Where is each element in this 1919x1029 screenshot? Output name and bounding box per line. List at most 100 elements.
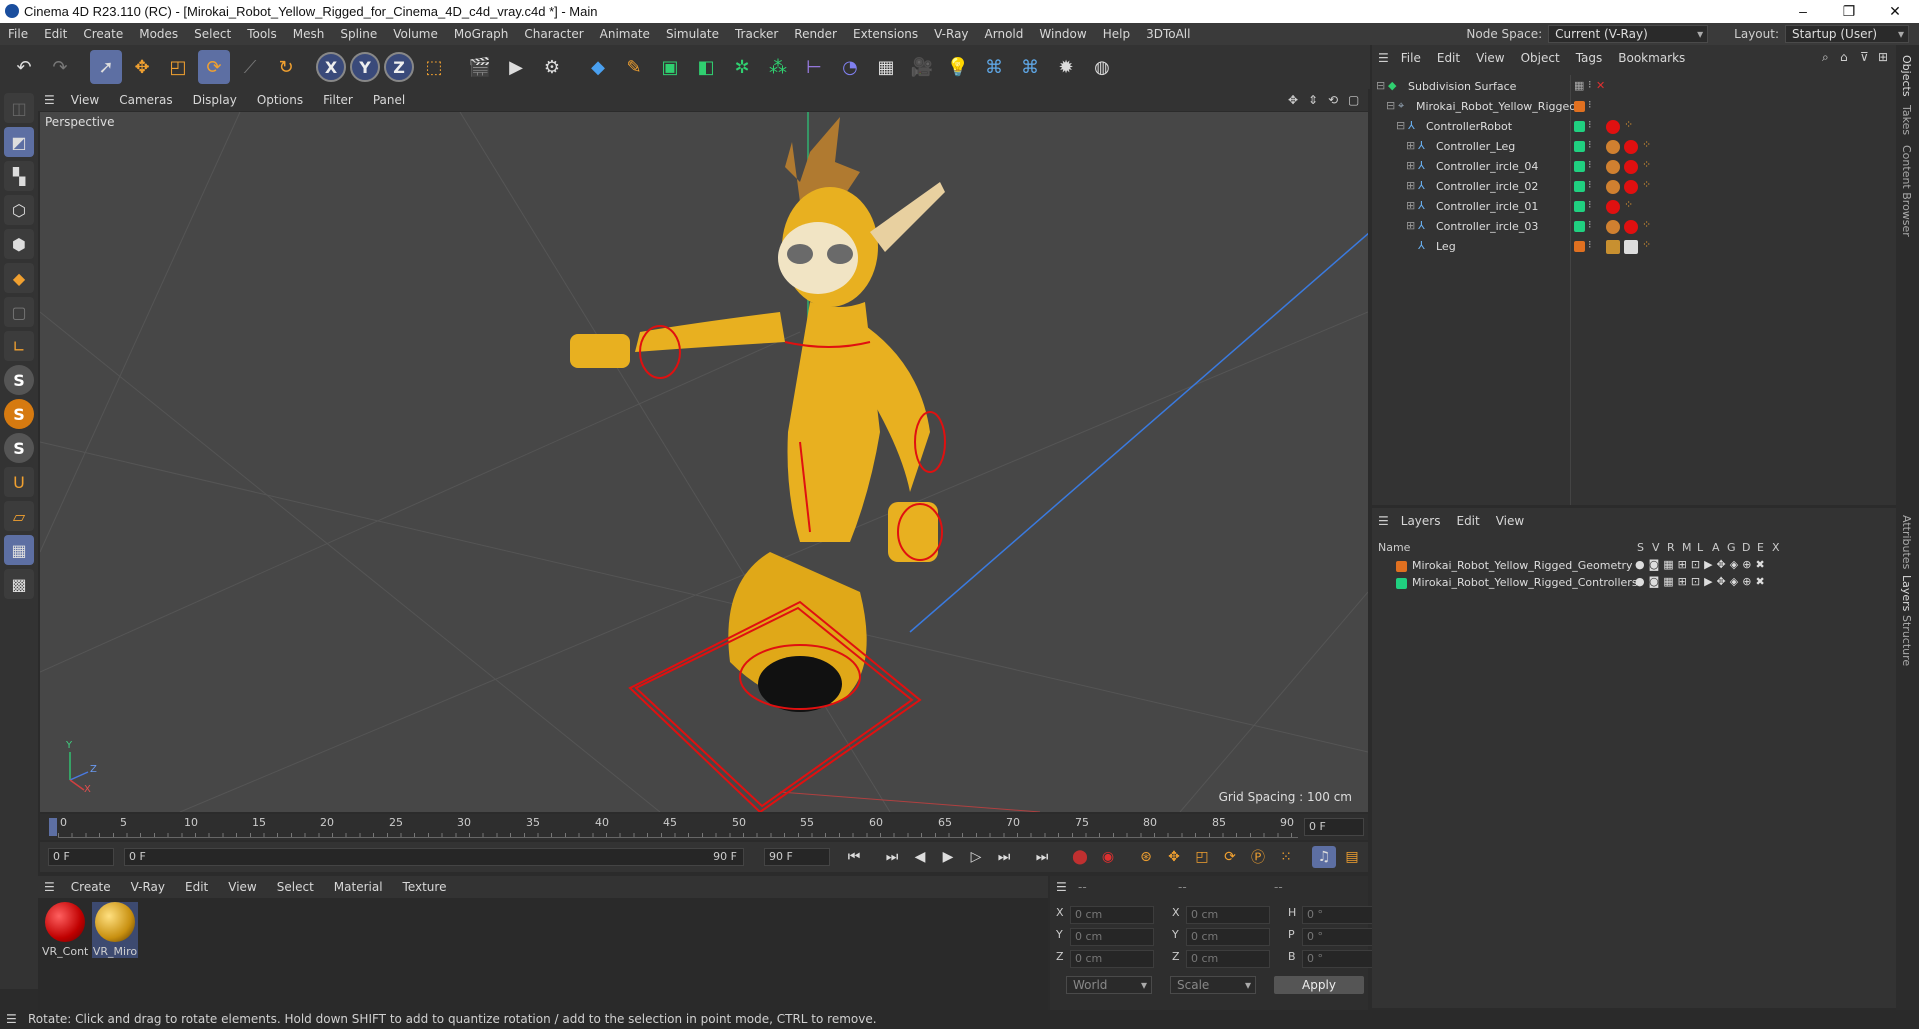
points-mode-icon[interactable]: ⬡ — [4, 195, 34, 225]
maximize-button[interactable]: ❐ — [1826, 0, 1872, 23]
menu-extensions[interactable]: Extensions — [845, 23, 926, 45]
recent-tools-icon[interactable]: ⟋ — [234, 50, 266, 84]
layer-row-geometry[interactable]: Mirokai_Robot_Yellow_Rigged_Geometry ●◙▦… — [1372, 558, 1896, 575]
layer-color-dot[interactable] — [1574, 161, 1585, 172]
constraint-tag-icon[interactable]: ⁘ — [1624, 118, 1633, 131]
go-to-end-icon[interactable]: ⏭ — [1030, 846, 1054, 868]
floor-icon[interactable]: ▦ — [870, 50, 902, 84]
redo-icon[interactable]: ↷ — [44, 50, 76, 84]
settings-gear-icon[interactable]: ✹ — [1050, 50, 1082, 84]
axis-mode-icon[interactable]: ∟ — [4, 331, 34, 361]
search-icon[interactable]: ⌕ — [1822, 50, 1829, 65]
layer-flag-icons[interactable]: ●◙▦⊞⊡▶✥◈⊕✖ — [1635, 575, 1769, 588]
pen-spline-icon[interactable]: ✎ — [618, 50, 650, 84]
deformer-icon[interactable]: ⊢ — [798, 50, 830, 84]
menu-mesh[interactable]: Mesh — [285, 23, 333, 45]
play-icon[interactable]: ▶ — [936, 846, 960, 868]
object-menu-object[interactable]: Object — [1513, 45, 1568, 71]
globe-icon[interactable]: ◍ — [1086, 50, 1118, 84]
material-menu-material[interactable]: Material — [324, 876, 393, 898]
rotate-tool-icon[interactable]: ↻ — [270, 50, 302, 84]
menu-window[interactable]: Window — [1031, 23, 1094, 45]
key-position-icon[interactable]: ✥ — [1162, 846, 1186, 868]
visibility-dots-icon[interactable]: ⁝ — [1588, 98, 1592, 111]
menu-edit[interactable]: Edit — [36, 23, 75, 45]
autokey-icon[interactable]: ◉ — [1096, 846, 1120, 868]
layer-color-dot[interactable] — [1574, 101, 1585, 112]
key-rotation-icon[interactable]: ⟳ — [1218, 846, 1242, 868]
material-menu-create[interactable]: Create — [61, 876, 121, 898]
menu-volume[interactable]: Volume — [385, 23, 446, 45]
viewport-zoom-icon[interactable]: ⇕ — [1308, 93, 1318, 107]
mograph-icon[interactable]: ⁂ — [762, 50, 794, 84]
object-row-leg[interactable]: ⅄ Leg ⁝ ⁘ — [1372, 237, 1896, 257]
viewport-menu-panel[interactable]: Panel — [363, 89, 415, 111]
tab-attributes[interactable]: Attributes — [1900, 515, 1913, 569]
disable-x-icon[interactable]: ✕ — [1596, 79, 1605, 92]
visibility-dots-icon[interactable]: ⁝ — [1588, 158, 1592, 171]
expand-icon[interactable]: ⊟ — [1386, 99, 1395, 112]
menu-tools[interactable]: Tools — [239, 23, 285, 45]
material-tag-icon[interactable] — [1624, 180, 1638, 194]
current-frame-field[interactable]: 0 F — [1304, 818, 1364, 836]
protection-tag-icon[interactable] — [1606, 140, 1620, 154]
camera-icon[interactable]: 🎥 — [906, 50, 938, 84]
object-row-controller-robot[interactable]: ⊟ ⅄ ControllerRobot ⁝ ⁘ — [1372, 117, 1896, 137]
snap-settings-icon[interactable]: ▩ — [4, 569, 34, 599]
start-frame-field[interactable]: 0 F — [48, 848, 114, 866]
position-x-field[interactable]: 0 cm — [1070, 906, 1154, 924]
object-row-controller-ircle-03[interactable]: ⊞ ⅄ Controller_ircle_03 ⁝ ⁘ — [1372, 217, 1896, 237]
filter-icon[interactable]: ⊽ — [1860, 50, 1869, 64]
object-mode-icon[interactable]: ◩ — [4, 127, 34, 157]
protection-tag-icon[interactable] — [1606, 160, 1620, 174]
material-tag-icon[interactable] — [1624, 140, 1638, 154]
render-view-icon[interactable]: ▶ — [500, 50, 532, 84]
extrude-icon[interactable]: ◧ — [690, 50, 722, 84]
layout-dropdown[interactable]: Startup (User) — [1785, 25, 1909, 43]
object-row-subdivision-surface[interactable]: ⊟ ◆ Subdivision Surface ▦ ⁝ ✕ — [1372, 77, 1896, 97]
constraint-tag-icon[interactable]: ⁘ — [1642, 138, 1651, 151]
layer-color-dot[interactable] — [1574, 141, 1585, 152]
next-keyframe-icon[interactable]: ⏭ — [992, 846, 1016, 868]
cloner-icon[interactable]: ✲ — [726, 50, 758, 84]
protection-tag-icon[interactable] — [1606, 180, 1620, 194]
object-row-controller-leg[interactable]: ⊞ ⅄ Controller_Leg ⁝ ⁘ — [1372, 137, 1896, 157]
python-script-icon[interactable]: ⌘ — [1014, 50, 1046, 84]
menu-render[interactable]: Render — [786, 23, 845, 45]
z-axis-lock-button[interactable]: Z — [384, 52, 414, 82]
timeline-playhead[interactable] — [49, 818, 57, 836]
layer-panel-menu-icon[interactable]: ☰ — [1378, 514, 1389, 528]
polygons-mode-icon[interactable]: ◆ — [4, 263, 34, 293]
viewport-maximize-icon[interactable]: ▢ — [1348, 93, 1359, 107]
record-active-icon[interactable]: ⬤ — [1068, 846, 1092, 868]
subdivision-icon[interactable]: ▣ — [654, 50, 686, 84]
coordinate-system-icon[interactable]: ⬚ — [418, 50, 450, 84]
layer-color-dot[interactable] — [1574, 221, 1585, 232]
menu-vray[interactable]: V-Ray — [926, 23, 976, 45]
go-to-start-icon[interactable]: ⏮ — [842, 846, 866, 868]
object-menu-edit[interactable]: Edit — [1429, 45, 1468, 71]
key-scale-icon[interactable]: ◰ — [1190, 846, 1214, 868]
model-mode-icon[interactable]: ◫ — [4, 93, 34, 123]
rotate-icon[interactable]: ⟳ — [198, 50, 230, 84]
frame-range-slider[interactable]: 0 F 90 F — [124, 848, 744, 866]
object-row-mirokai-robot[interactable]: ⊟ ⌖ Mirokai_Robot_Yellow_Rigged ⁝ — [1372, 97, 1896, 117]
scale-icon[interactable]: ◰ — [162, 50, 194, 84]
menu-tracker[interactable]: Tracker — [727, 23, 786, 45]
tab-layers[interactable]: Layers — [1900, 575, 1913, 611]
layer-color-swatch[interactable] — [1396, 578, 1407, 589]
material-tag-icon[interactable] — [1606, 120, 1620, 134]
expand-icon[interactable]: ⊞ — [1406, 159, 1415, 172]
light-icon[interactable]: 💡 — [942, 50, 974, 84]
viewport-rotate-icon[interactable]: ⟲ — [1328, 93, 1338, 107]
constraint-tag-icon[interactable]: ⁘ — [1642, 178, 1651, 191]
solo-icon[interactable]: S — [4, 365, 34, 395]
layer-flag-icons[interactable]: ●◙▦⊞⊡▶✥◈⊕✖ — [1635, 558, 1769, 571]
material-tag-icon[interactable] — [1606, 200, 1620, 214]
visibility-dots-icon[interactable]: ⁝ — [1588, 238, 1592, 251]
coordinate-space-dropdown[interactable]: World — [1066, 976, 1152, 994]
previous-frame-icon[interactable]: ◀ — [908, 846, 932, 868]
viewport-menu-display[interactable]: Display — [183, 89, 247, 111]
material-thumb-vr-miro[interactable]: VR_Miro — [92, 902, 138, 958]
position-z-field[interactable]: 0 cm — [1070, 950, 1154, 968]
